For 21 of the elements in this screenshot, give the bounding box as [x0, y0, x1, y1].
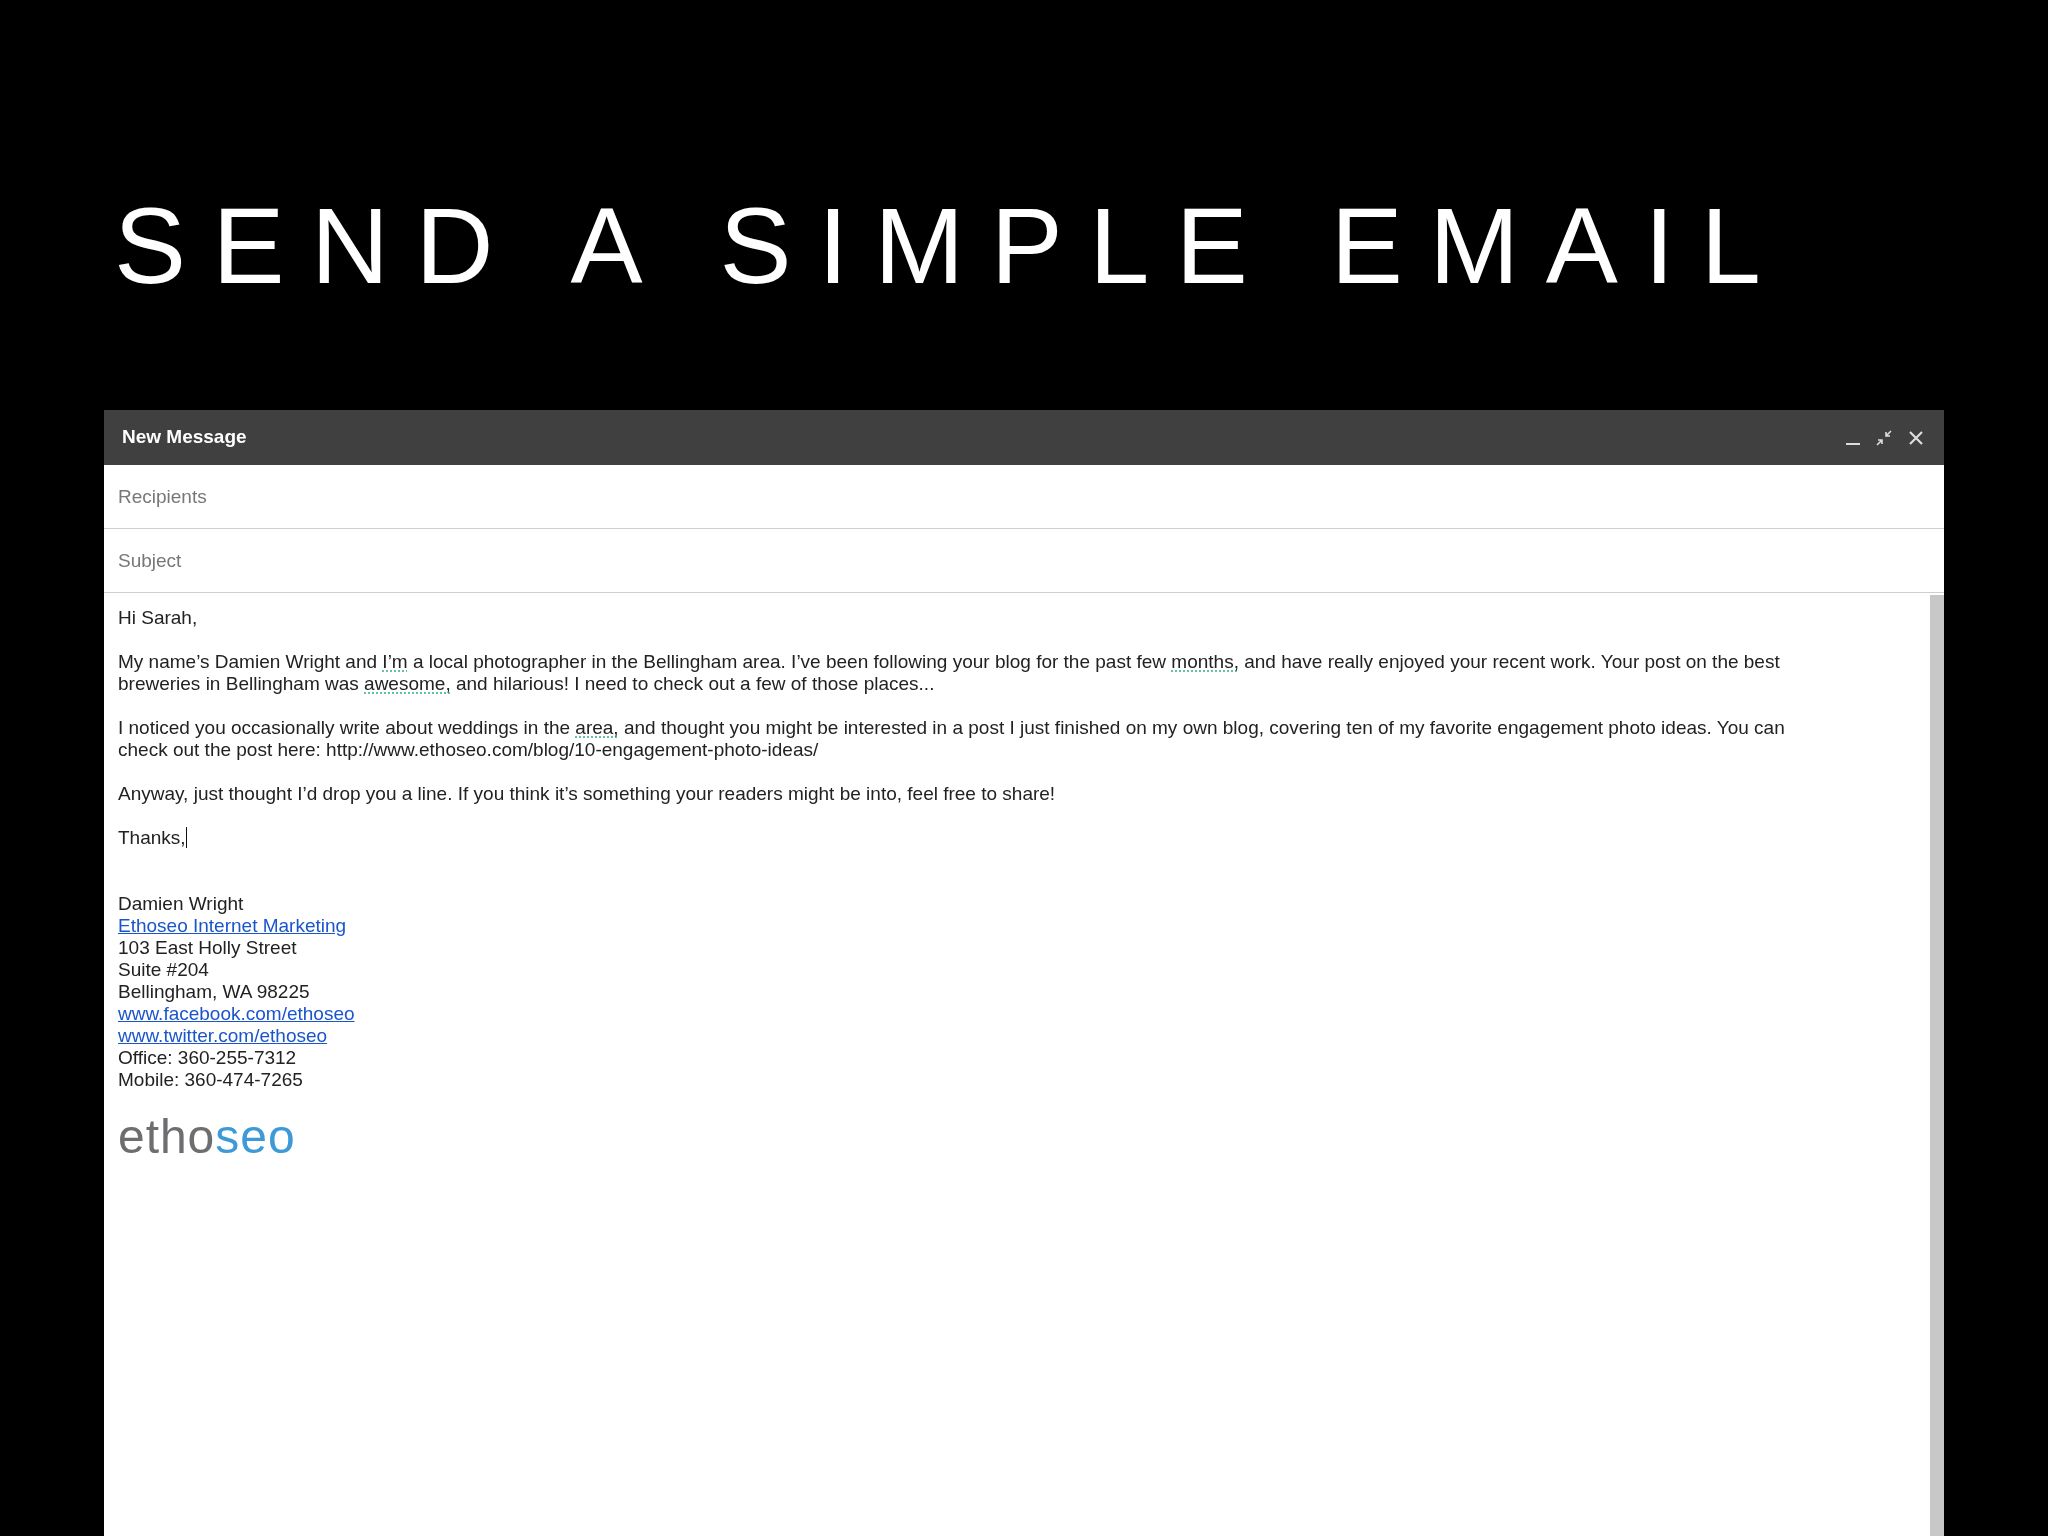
message-paragraph: My name’s Damien Wright and I’m a local photographer in the Bellingham area. I’ve been following your blog for the past few months, and have really enjoyed your recent work. Your post on the best breweries in Bellingham was awesome, and hilarious! I need to check out a few of those places...	[118, 651, 1781, 695]
signature-link[interactable]: www.twitter.com/ethoseo	[118, 1025, 328, 1047]
signature-line: Damien Wright	[118, 893, 244, 915]
signature-link[interactable]: Ethoseo Internet Marketing	[118, 915, 347, 937]
message-paragraph: Hi Sarah,	[118, 607, 199, 629]
message-paragraph: I noticed you occasionally write about weddings in the area, and thought you might be interested in a post I just finished on my own blog, covering ten of my favorite engagement photo ideas. You can check out the post here: http://www.ethoseo.com/blog/10-engagement-photo-ideas/	[118, 717, 1786, 761]
signature-link[interactable]: www.facebook.com/ethoseo	[118, 1003, 355, 1025]
signature-line: Suite #204	[118, 959, 209, 981]
slide-title: SEND A SIMPLE EMAIL	[113, 184, 1789, 300]
minimize-icon	[1846, 442, 1860, 445]
signature-line: Office: 360-255-7312	[118, 1047, 297, 1069]
scrollbar[interactable]	[1930, 595, 1944, 1536]
collapse-arrows-icon	[1876, 429, 1892, 446]
signature-line: Bellingham, WA 98225	[118, 981, 310, 1003]
message-paragraph: Anyway, just thought I’d drop you a line. If you think it’s something your readers might be into, feel free to share!	[118, 783, 1057, 805]
signature-line: 103 East Holly Street	[118, 937, 297, 959]
message-paragraph: Thanks,	[118, 827, 189, 849]
signature-line: Mobile: 360-474-7265	[118, 1069, 303, 1091]
close-icon	[1908, 429, 1924, 446]
company-logo: ethoseo	[118, 1113, 296, 1161]
window-title: New Message	[122, 425, 247, 450]
